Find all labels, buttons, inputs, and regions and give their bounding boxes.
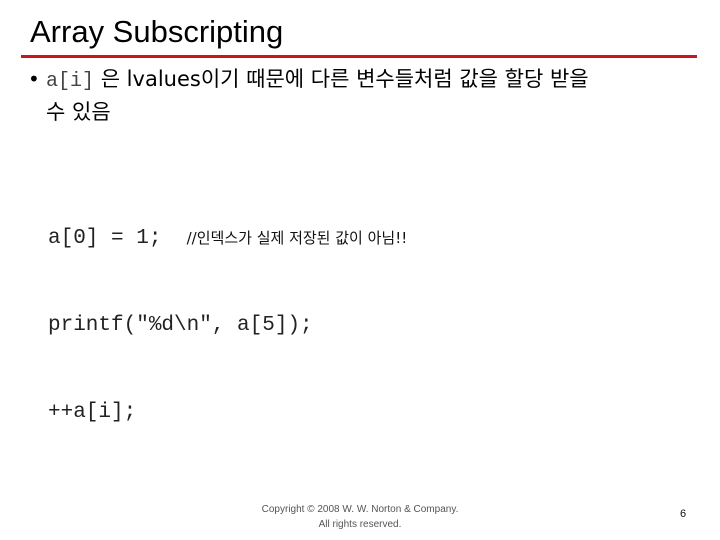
bullet-text-part2: 수 있음 [46,100,111,124]
code-line-2: printf("%d\n", a[5]); [48,314,313,337]
footer-copyright: Copyright © 2008 W. W. Norton & Company.… [240,502,480,532]
code-line-1: a[0] = 1; //인덱스가 실제 저장된 값이 아님!! [48,224,407,253]
bullet-text-part1: 은 lvalues이기 때문에 다른 변수들처럼 값을 할당 받을 [94,67,589,91]
code-line-3: ++a[i]; [48,401,137,424]
bullet-icon: • [28,67,40,91]
slide-title: Array Subscripting [30,14,284,49]
title-underline [21,55,697,58]
bullet-code-fragment: a[i] [46,70,95,93]
copyright-line-2: All rights reserved. [318,519,402,530]
bullet-item: • a[i] 은 lvalues이기 때문에 다른 변수들처럼 값을 할당 받을… [28,64,698,127]
code-line-1-code: a[0] = 1; [48,227,187,250]
bullet-text: a[i] 은 lvalues이기 때문에 다른 변수들처럼 값을 할당 받을 [46,64,698,97]
page-number: 6 [680,508,687,520]
copyright-line-1: Copyright © 2008 W. W. Norton & Company. [261,504,459,515]
code-block: a[0] = 1; //인덱스가 실제 저장된 값이 아님!! printf("… [48,166,407,485]
code-comment: //인덱스가 실제 저장된 값이 아님!! [186,229,408,247]
